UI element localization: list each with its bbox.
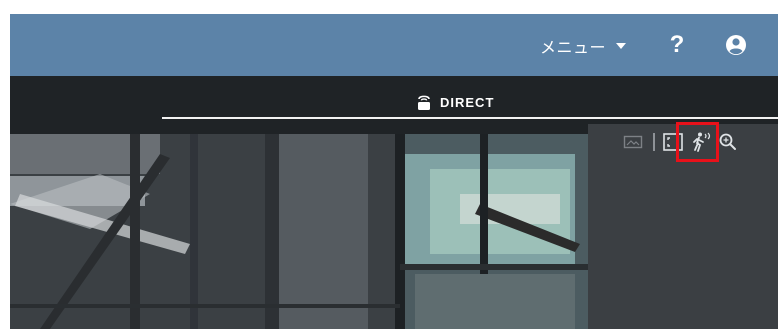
toolbar-separator	[653, 133, 655, 151]
menu-label: メニュー	[539, 38, 606, 57]
top-header: メニュー ?	[10, 14, 778, 76]
tab-direct-label: DIRECT	[440, 94, 495, 110]
app-window: メニュー ? DIRECT	[10, 14, 778, 329]
image-icon[interactable]	[622, 131, 644, 153]
camera-icon	[418, 95, 430, 110]
user-circle-icon[interactable]	[725, 34, 747, 56]
help-button[interactable]: ?	[665, 28, 689, 62]
caret-down-icon	[616, 43, 626, 49]
menu-dropdown-button[interactable]: メニュー	[540, 34, 626, 58]
highlight-box	[676, 122, 719, 162]
active-tab-underline	[162, 117, 778, 119]
tab-direct[interactable]: DIRECT	[416, 92, 494, 112]
zoom-icon[interactable]	[717, 131, 739, 153]
